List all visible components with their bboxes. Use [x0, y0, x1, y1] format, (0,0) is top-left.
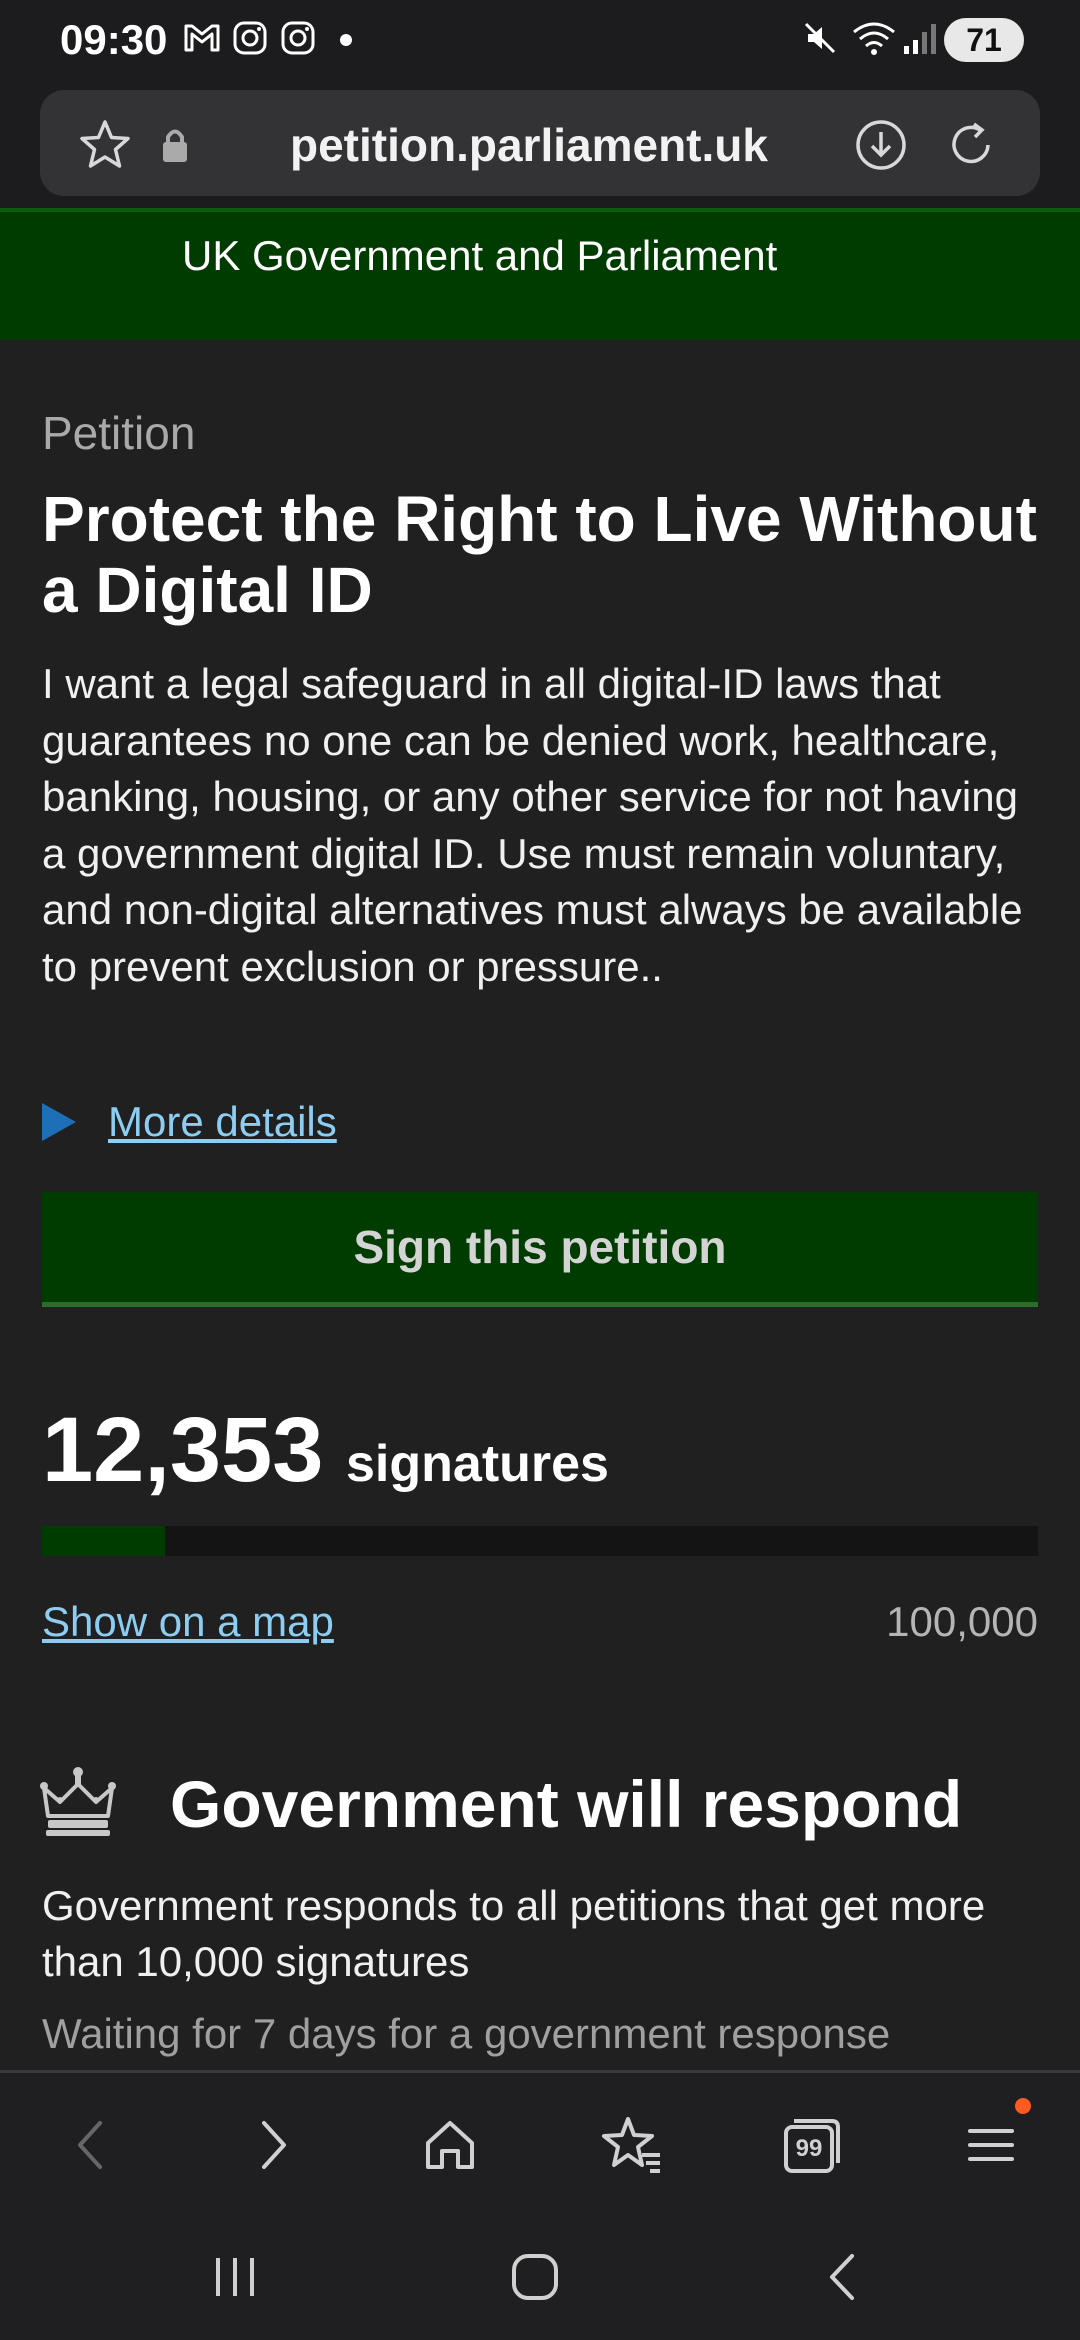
battery-level: 71: [966, 21, 1002, 58]
instagram-icon: [281, 21, 315, 55]
url-bar[interactable]: petition.parliament.uk: [40, 90, 1040, 196]
bookmarks-icon[interactable]: [600, 2115, 664, 2175]
waiting-response-text: Waiting for 7 days for a government resp…: [42, 2010, 891, 2057]
show-on-map-link[interactable]: Show on a map: [42, 1598, 334, 1646]
signatures-label: signatures: [346, 1435, 609, 1493]
home-icon[interactable]: [420, 2115, 480, 2175]
signature-goal: 100,000: [886, 1598, 1038, 1645]
more-details-toggle[interactable]: More details: [42, 1092, 337, 1152]
gmail-icon: [184, 24, 220, 52]
lock-icon: [163, 129, 187, 162]
forward-icon[interactable]: [248, 2115, 298, 2175]
signature-progress-fill: [42, 1526, 165, 1556]
disclosure-triangle-icon[interactable]: [42, 1103, 76, 1141]
petition-label: Petition: [42, 407, 196, 459]
tabs-count: 99: [795, 2135, 823, 2162]
status-time: 09:30: [60, 16, 168, 63]
site-header: UK Government and Parliament: [0, 208, 1080, 340]
wifi-icon: [853, 22, 895, 55]
signature-count: 12,353: [42, 1399, 324, 1501]
government-respond-text: Government responds to all petitions tha…: [42, 1882, 986, 1985]
back-icon[interactable]: [66, 2115, 116, 2175]
url-text[interactable]: petition.parliament.uk: [290, 118, 768, 172]
reload-icon[interactable]: [944, 118, 998, 172]
instagram-icon: [233, 21, 267, 55]
sign-petition-button[interactable]: Sign this petition: [42, 1192, 1038, 1307]
signature-progress-bar: [42, 1526, 1038, 1556]
star-icon[interactable]: [78, 118, 132, 172]
more-details-link[interactable]: More details: [108, 1098, 337, 1146]
battery-indicator: 71: [944, 18, 1024, 62]
signal-icon: [904, 24, 936, 54]
recents-icon[interactable]: [210, 2252, 260, 2302]
home-circle-icon[interactable]: [510, 2252, 560, 2302]
site-title[interactable]: UK Government and Parliament: [182, 232, 777, 280]
menu-icon[interactable]: [964, 2115, 1018, 2175]
mute-icon: [804, 22, 836, 54]
crown-icon: [40, 1767, 116, 1836]
download-icon[interactable]: [854, 118, 908, 172]
tabs-icon[interactable]: 99: [780, 2115, 844, 2175]
system-back-icon[interactable]: [818, 2252, 868, 2302]
dot-icon: [340, 34, 352, 46]
system-navigation-bar: [0, 2212, 1080, 2340]
government-respond-heading: Government will respond: [170, 1767, 963, 1841]
petition-description: I want a legal safeguard in all digital-…: [42, 660, 1023, 990]
petition-title: Protect the Right to Live Without a Digi…: [42, 483, 1037, 626]
browser-toolbar: petition.parliament.uk: [0, 80, 1080, 208]
browser-bottom-bar: 99: [0, 2070, 1080, 2215]
status-bar: 09:30 71: [0, 0, 1080, 80]
notification-dot: [1015, 2098, 1031, 2114]
